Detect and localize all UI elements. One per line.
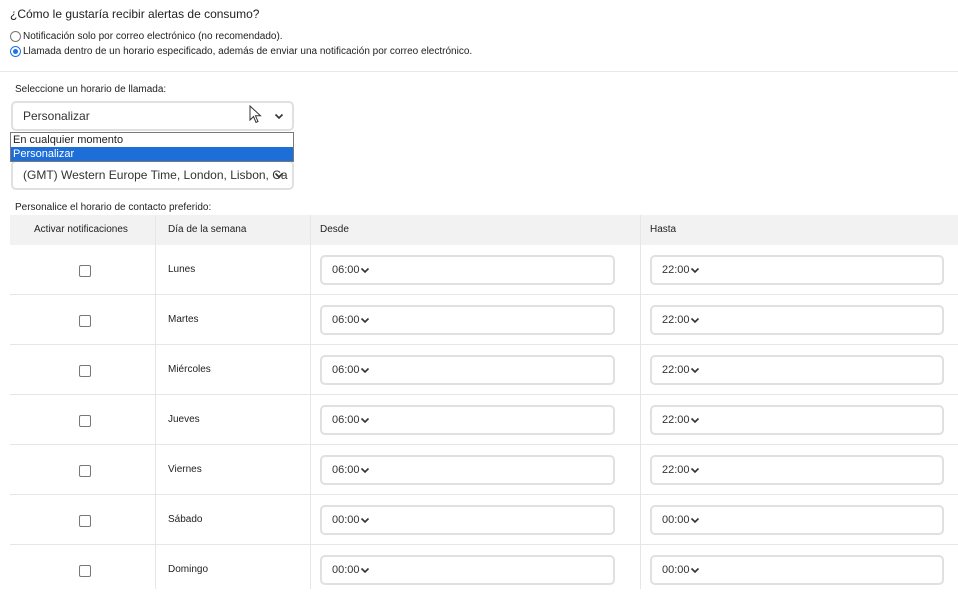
chevron-down-icon: [360, 415, 370, 425]
chevron-down-icon: [360, 315, 370, 325]
day-label: Viernes: [168, 464, 202, 475]
call-and-email-option[interactable]: Llamada dentro de un horario especificad…: [10, 46, 472, 57]
from-time-value: 00:00: [332, 514, 360, 526]
mouse-cursor-icon: [249, 105, 262, 124]
dropdown-option-custom[interactable]: Personalizar: [11, 147, 293, 161]
from-time-select[interactable]: 06:00: [320, 455, 615, 485]
table-row: Viernes 06:00 22:00: [10, 445, 958, 495]
to-time-value: 22:00: [662, 414, 690, 426]
day-label: Domingo: [168, 564, 209, 575]
chevron-down-icon: [274, 111, 284, 121]
timezone-select[interactable]: (GMT) Western Europe Time, London, Lisbo…: [11, 160, 294, 190]
chevron-down-icon: [274, 170, 284, 180]
timezone-select-value: (GMT) Western Europe Time, London, Lisbo…: [23, 168, 288, 182]
chevron-down-icon: [690, 265, 700, 275]
chevron-down-icon: [360, 365, 370, 375]
enable-checkbox[interactable]: [79, 415, 91, 427]
custom-schedule-label: Personalice el horario de contacto prefe…: [15, 202, 212, 213]
header-day: Día de la semana: [168, 224, 247, 235]
enable-checkbox[interactable]: [79, 465, 91, 477]
from-time-select[interactable]: 06:00: [320, 255, 615, 285]
from-time-select[interactable]: 06:00: [320, 305, 615, 335]
chevron-down-icon: [690, 315, 700, 325]
chevron-down-icon: [360, 265, 370, 275]
enable-checkbox[interactable]: [79, 265, 91, 277]
from-time-value: 06:00: [332, 314, 360, 326]
from-time-value: 00:00: [332, 564, 360, 576]
chevron-down-icon: [360, 465, 370, 475]
schedule-label: Seleccione un horario de llamada:: [15, 84, 167, 95]
to-time-select[interactable]: 00:00: [650, 505, 944, 535]
from-time-select[interactable]: 06:00: [320, 355, 615, 385]
day-label: Martes: [168, 314, 199, 325]
table-row: Miércoles 06:00 22:00: [10, 345, 958, 395]
from-time-value: 06:00: [332, 414, 360, 426]
to-time-select[interactable]: 22:00: [650, 455, 944, 485]
from-time-value: 06:00: [332, 464, 360, 476]
chevron-down-icon: [690, 465, 700, 475]
to-time-select[interactable]: 00:00: [650, 555, 944, 585]
header-from: Desde: [320, 224, 349, 235]
header-enable: Activar notificaciones: [34, 224, 128, 235]
header-to: Hasta: [650, 224, 677, 235]
to-time-value: 22:00: [662, 364, 690, 376]
schedule-select-value: Personalizar: [23, 109, 90, 123]
alert-question: ¿Cómo le gustaría recibir alertas de con…: [10, 7, 260, 21]
chevron-down-icon: [360, 565, 370, 575]
day-label: Lunes: [168, 264, 196, 275]
from-time-select[interactable]: 00:00: [320, 555, 615, 585]
chevron-down-icon: [690, 565, 700, 575]
chevron-down-icon: [690, 415, 700, 425]
table-row: Martes 06:00 22:00: [10, 295, 958, 345]
day-label: Jueves: [168, 414, 200, 425]
radio-email-only[interactable]: [10, 31, 21, 42]
section-divider: [0, 71, 958, 72]
enable-checkbox[interactable]: [79, 565, 91, 577]
table-row: Jueves 06:00 22:00: [10, 395, 958, 445]
radio-call-and-email[interactable]: [10, 46, 21, 57]
email-only-label: Notificación solo por correo electrónico…: [23, 31, 283, 42]
dropdown-option-anytime[interactable]: En cualquier momento: [11, 133, 293, 147]
chevron-down-icon: [360, 515, 370, 525]
to-time-select[interactable]: 22:00: [650, 405, 944, 435]
to-time-select[interactable]: 22:00: [650, 255, 944, 285]
email-only-option[interactable]: Notificación solo por correo electrónico…: [10, 31, 283, 42]
to-time-value: 22:00: [662, 314, 690, 326]
enable-checkbox[interactable]: [79, 365, 91, 377]
from-time-value: 06:00: [332, 364, 360, 376]
day-label: Sábado: [168, 514, 203, 525]
table-row: Domingo 00:00 00:00: [10, 545, 958, 595]
enable-checkbox[interactable]: [79, 515, 91, 527]
table-row: Sábado 00:00 00:00: [10, 495, 958, 545]
call-and-email-label: Llamada dentro de un horario especificad…: [23, 46, 473, 57]
to-time-select[interactable]: 22:00: [650, 355, 944, 385]
to-time-select[interactable]: 22:00: [650, 305, 944, 335]
from-time-select[interactable]: 06:00: [320, 405, 615, 435]
chevron-down-icon: [690, 365, 700, 375]
to-time-value: 22:00: [662, 264, 690, 276]
to-time-value: 00:00: [662, 514, 690, 526]
to-time-value: 00:00: [662, 564, 690, 576]
table-row: Lunes 06:00 22:00: [10, 245, 958, 295]
table-header: Activar notificaciones Día de la semana …: [10, 215, 958, 245]
schedule-dropdown-menu: En cualquier momento Personalizar: [10, 132, 294, 162]
enable-checkbox[interactable]: [79, 315, 91, 327]
chevron-down-icon: [690, 515, 700, 525]
from-time-value: 06:00: [332, 264, 360, 276]
day-label: Miércoles: [168, 364, 211, 375]
to-time-value: 22:00: [662, 464, 690, 476]
from-time-select[interactable]: 00:00: [320, 505, 615, 535]
